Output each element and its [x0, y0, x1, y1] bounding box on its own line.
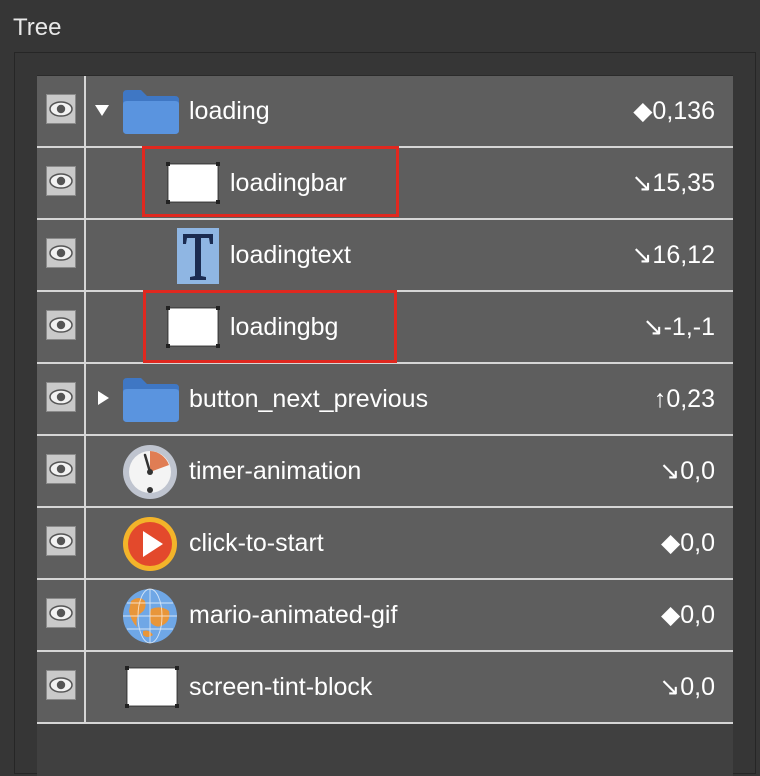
tree-row-click-to-start[interactable]: click-to-start ◆0,0	[37, 508, 733, 580]
tree-row-button-next-previous[interactable]: button_next_previous ↑0,23	[37, 364, 733, 436]
tree-item-coords: ↘-1,-1	[642, 313, 715, 341]
tree-item-label: loadingtext	[230, 241, 351, 269]
visibility-eye-icon[interactable]	[46, 454, 76, 484]
expand-triangle-right-icon[interactable]	[95, 390, 111, 406]
tree-empty-area	[37, 724, 733, 776]
visibility-eye-icon[interactable]	[46, 166, 76, 196]
annotation-highlight-box	[142, 146, 399, 217]
panel-title: Tree	[13, 14, 62, 41]
tree-item-coords: ↘0,0	[659, 673, 715, 701]
visibility-eye-icon[interactable]	[46, 238, 76, 268]
visibility-eye-icon[interactable]	[46, 94, 76, 124]
visibility-eye-icon[interactable]	[46, 670, 76, 700]
tree-row-loadingtext[interactable]: loadingtext ↘16,12	[37, 220, 733, 292]
tree-row-loading[interactable]: loading ◆0,136	[37, 76, 733, 148]
tree-item-coords: ↑0,23	[653, 385, 715, 413]
visibility-eye-icon[interactable]	[46, 526, 76, 556]
folder-icon	[123, 378, 179, 422]
expand-triangle-down-icon[interactable]	[94, 102, 110, 118]
tree-item-label: mario-animated-gif	[189, 601, 398, 629]
tree-item-label: screen-tint-block	[189, 673, 373, 701]
tree-item-coords: ◆0,136	[633, 97, 715, 125]
tree-row-screen-tint-block[interactable]: screen-tint-block ↘0,0	[37, 652, 733, 724]
folder-icon	[123, 90, 179, 134]
white-rect-sprite-icon	[125, 666, 179, 708]
tree-item-coords: ◆0,0	[661, 601, 715, 629]
tree-item-label: timer-animation	[189, 457, 362, 485]
tree-item-label: loading	[189, 97, 270, 125]
visibility-eye-icon[interactable]	[46, 382, 76, 412]
tree-item-coords: ↘16,12	[631, 241, 715, 269]
tree-row-timer-animation[interactable]: timer-animation ↘0,0	[37, 436, 733, 508]
annotation-highlight-box	[143, 290, 397, 363]
globe-icon	[123, 588, 177, 644]
tree-item-label: button_next_previous	[189, 385, 429, 413]
tree-item-coords: ↘15,35	[631, 169, 715, 197]
text-icon	[177, 228, 219, 284]
tree-item-coords: ◆0,0	[661, 529, 715, 557]
play-button-icon	[123, 517, 177, 571]
tree-row-mario-animated-gif[interactable]: mario-animated-gif ◆0,0	[37, 580, 733, 652]
tree-item-label: click-to-start	[189, 529, 324, 557]
visibility-eye-icon[interactable]	[46, 598, 76, 628]
visibility-eye-icon[interactable]	[46, 310, 76, 340]
timer-dial-icon	[123, 445, 177, 499]
tree-item-coords: ↘0,0	[659, 457, 715, 485]
